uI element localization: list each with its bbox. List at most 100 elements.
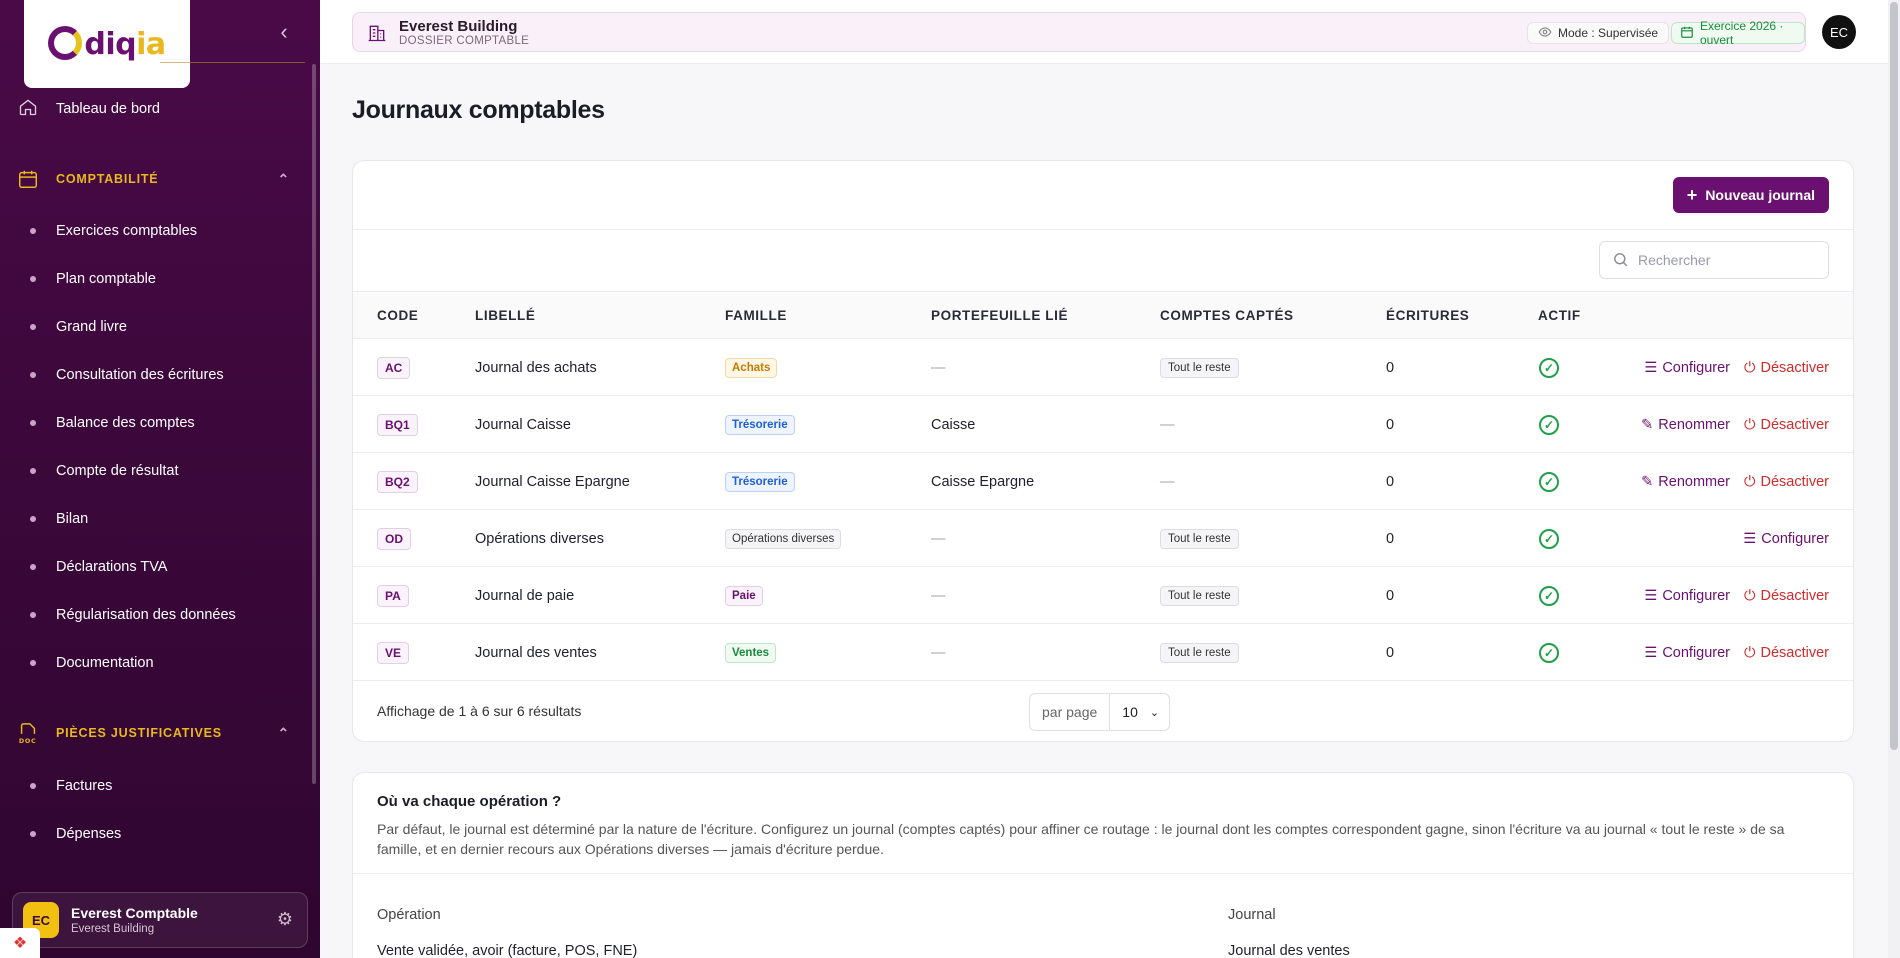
calendar-icon bbox=[0, 168, 56, 190]
page-scrollbar[interactable] bbox=[1888, 0, 1900, 958]
table-row[interactable]: PA Journal de paie Paie — Tout le reste … bbox=[353, 567, 1853, 624]
sidebar-item-documentation[interactable]: Documentation bbox=[0, 648, 316, 678]
portfolio-value: — bbox=[931, 530, 946, 547]
sidebar-item-factures[interactable]: Factures bbox=[0, 771, 316, 801]
sidebar-item-depenses[interactable]: Dépenses bbox=[0, 819, 316, 849]
plus-icon: + bbox=[1686, 185, 1698, 205]
user-avatar[interactable]: EC bbox=[1822, 15, 1856, 49]
power-icon: ⏻ bbox=[1744, 473, 1756, 490]
sidebar-item-regularisation[interactable]: Régularisation des données bbox=[0, 600, 316, 630]
family-badge: Trésorerie bbox=[725, 471, 795, 492]
collapse-sidebar-icon[interactable]: ‹ bbox=[272, 20, 296, 44]
sidebar-section-comptabilite[interactable]: COMPTABILITÉ ⌃ bbox=[0, 164, 316, 194]
column-header: Journal bbox=[1228, 907, 1276, 923]
sliders-icon: ☰ bbox=[1743, 530, 1757, 547]
deactivate-button[interactable]: ⏻ Désactiver bbox=[1744, 645, 1829, 661]
code-tag: BQ1 bbox=[377, 413, 418, 436]
sidebar-section-pieces[interactable]: DOC PIÈCES JUSTIFICATIVES ⌃ bbox=[0, 718, 316, 748]
journal-label: Journal des ventes bbox=[475, 644, 597, 661]
mode-badge[interactable]: Mode : Supervisée bbox=[1527, 22, 1670, 44]
search-input[interactable]: Rechercher bbox=[1599, 241, 1829, 279]
logo[interactable]: diqia bbox=[24, 0, 190, 88]
sidebar-item-plan-comptable[interactable]: Plan comptable bbox=[0, 264, 316, 294]
configure-button[interactable]: ☰ Configurer bbox=[1644, 645, 1730, 661]
sidebar-section-title: COMPTABILITÉ bbox=[56, 172, 159, 186]
deactivate-button[interactable]: ⏻ Désactiver bbox=[1744, 474, 1829, 490]
per-page-value: 10 bbox=[1122, 704, 1138, 720]
debug-badge-icon[interactable]: ❖ bbox=[0, 928, 40, 958]
column-header[interactable]: FAMILLE bbox=[725, 308, 787, 323]
sliders-icon: ☰ bbox=[1644, 587, 1658, 604]
routing-card: Où va chaque opération ? Par défaut, le … bbox=[352, 772, 1854, 958]
table-row[interactable]: AC Journal des achats Achats — Tout le r… bbox=[353, 339, 1853, 396]
sidebar-item-tva[interactable]: Déclarations TVA bbox=[0, 552, 316, 582]
accounts-tag: Tout le reste bbox=[1160, 528, 1239, 549]
deactivate-button[interactable]: ⏻ Désactiver bbox=[1744, 417, 1829, 433]
search-placeholder: Rechercher bbox=[1638, 252, 1711, 268]
family-badge: Trésorerie bbox=[725, 414, 795, 435]
sidebar-item-label: Grand livre bbox=[56, 319, 127, 335]
sidebar-item-dashboard[interactable]: Tableau de bord bbox=[0, 94, 316, 124]
sidebar-item-label: Documentation bbox=[56, 655, 154, 671]
deactivate-button[interactable]: ⏻ Désactiver bbox=[1744, 360, 1829, 376]
power-icon: ⏻ bbox=[1744, 644, 1756, 661]
portfolio-value: — bbox=[931, 359, 946, 376]
table-row[interactable]: BQ1 Journal Caisse Trésorerie Caisse — 0… bbox=[353, 396, 1853, 453]
check-circle-icon: ✓ bbox=[1539, 414, 1559, 435]
sidebar-item-exercices[interactable]: Exercices comptables bbox=[0, 216, 316, 246]
code-tag: PA bbox=[377, 584, 409, 607]
configure-button[interactable]: ☰ Configurer bbox=[1644, 588, 1730, 604]
accounts-value: — bbox=[1160, 416, 1175, 433]
power-icon: ⏻ bbox=[1744, 587, 1756, 604]
breadcrumb[interactable]: Everest Building DOSSIER COMPTABLE Mode … bbox=[352, 12, 1806, 52]
sidebar-item-bilan[interactable]: Bilan bbox=[0, 504, 316, 534]
per-page-select[interactable]: par page 10 ⌄ bbox=[1029, 693, 1171, 731]
table-row[interactable]: VE Journal des ventes Ventes — Tout le r… bbox=[353, 624, 1853, 681]
page-title: Journaux comptables bbox=[352, 96, 605, 124]
accounts-tag: Tout le reste bbox=[1160, 357, 1239, 378]
column-header[interactable]: ÉCRITURES bbox=[1386, 308, 1469, 323]
check-circle-icon: ✓ bbox=[1539, 585, 1559, 606]
table-row[interactable]: BQ2 Journal Caisse Epargne Trésorerie Ca… bbox=[353, 453, 1853, 510]
company-subtitle: DOSSIER COMPTABLE bbox=[399, 35, 530, 47]
search-icon bbox=[1612, 251, 1629, 271]
configure-button[interactable]: ☰ Configurer bbox=[1743, 531, 1829, 547]
new-journal-label: Nouveau journal bbox=[1705, 187, 1815, 203]
sidebar-item-balance[interactable]: Balance des comptes bbox=[0, 408, 316, 438]
column-header[interactable]: LIBELLÉ bbox=[475, 308, 535, 323]
svg-text:DOC: DOC bbox=[19, 737, 37, 745]
check-circle-icon: ✓ bbox=[1539, 528, 1559, 549]
sidebar-item-grand-livre[interactable]: Grand livre bbox=[0, 312, 316, 342]
column-header[interactable]: COMPTES CAPTÉS bbox=[1160, 308, 1294, 323]
divider bbox=[353, 873, 1853, 874]
column-header[interactable]: PORTEFEUILLE LIÉ bbox=[931, 308, 1068, 323]
company-name: Everest Building bbox=[399, 18, 518, 35]
column-header[interactable]: ACTIF bbox=[1538, 308, 1581, 323]
table-row[interactable]: OD Opérations diverses Opérations divers… bbox=[353, 510, 1853, 567]
divider bbox=[160, 62, 305, 63]
user-company: Everest Building bbox=[71, 923, 155, 935]
sidebar-item-label: Consultation des écritures bbox=[56, 367, 224, 383]
chevron-up-icon: ⌃ bbox=[277, 724, 290, 741]
sidebar-item-consultation[interactable]: Consultation des écritures bbox=[0, 360, 316, 390]
sidebar-section-title: PIÈCES JUSTIFICATIVES bbox=[56, 726, 222, 740]
deactivate-button[interactable]: ⏻ Désactiver bbox=[1744, 588, 1829, 604]
rename-button[interactable]: ✎ Renommer bbox=[1641, 417, 1730, 433]
journals-card: + Nouveau journal Rechercher CODE LIBELL… bbox=[352, 160, 1854, 742]
user-card[interactable]: EC Everest Comptable Everest Building ⚙ bbox=[12, 892, 308, 948]
table-header: CODE LIBELLÉ FAMILLE PORTEFEUILLE LIÉ CO… bbox=[353, 291, 1853, 339]
rename-button[interactable]: ✎ Renommer bbox=[1641, 474, 1730, 490]
power-icon: ⏻ bbox=[1744, 416, 1756, 433]
column-header[interactable]: CODE bbox=[377, 308, 418, 323]
entries-count: 0 bbox=[1386, 644, 1395, 661]
exercise-badge[interactable]: Exercice 2026 · ouvert bbox=[1671, 19, 1805, 47]
configure-button[interactable]: ☰ Configurer bbox=[1644, 360, 1730, 376]
chevron-down-icon: ⌄ bbox=[1149, 706, 1160, 719]
gear-icon[interactable]: ⚙ bbox=[277, 909, 293, 930]
sidebar-item-label: Régularisation des données bbox=[56, 607, 236, 623]
sliders-icon: ☰ bbox=[1644, 359, 1658, 376]
sidebar-item-resultat[interactable]: Compte de résultat bbox=[0, 456, 316, 486]
per-page-label: par page bbox=[1030, 694, 1111, 730]
routing-operation: Vente validée, avoir (facture, POS, FNE) bbox=[377, 943, 638, 958]
new-journal-button[interactable]: + Nouveau journal bbox=[1672, 177, 1829, 213]
